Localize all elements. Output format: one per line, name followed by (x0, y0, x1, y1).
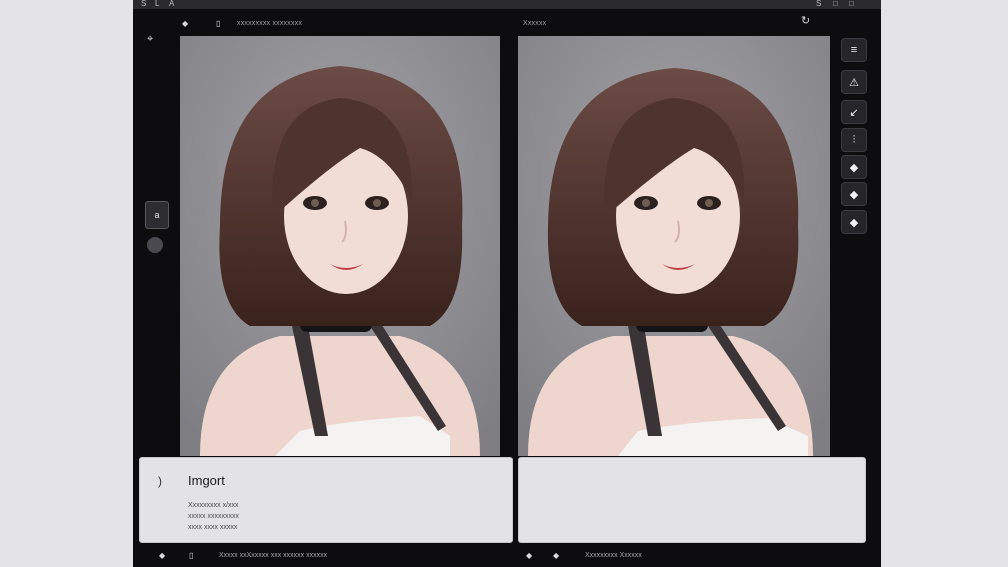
brush-icon[interactable]: ↙ (841, 100, 867, 124)
toolbar-title: xxxxxxxxx xxxxxxxx (237, 20, 303, 27)
layer-square-button[interactable]: a (145, 201, 169, 229)
window-control-5[interactable]: □ (833, 0, 838, 8)
shape-icon-2[interactable]: ◆ (841, 182, 867, 206)
diamond-icon-bottom-3[interactable]: ◆ (553, 550, 559, 562)
menu-icon[interactable]: ≡ (841, 38, 867, 62)
window-control-2[interactable]: L (155, 0, 159, 8)
bottom-status-right: Xxxxxxxxx Xxxxxx (585, 552, 642, 559)
window-control-3[interactable]: A (169, 0, 174, 8)
panel-line-3: xxxx xxxx xxxxx (188, 524, 238, 531)
panel-title: Imgort (188, 473, 225, 488)
shape-icon-1[interactable]: ◆ (841, 155, 867, 179)
more-icon[interactable]: ⫶ (841, 128, 867, 152)
panel-line-2: xxxxx xxxxxxxxx (188, 513, 239, 520)
info-panel-right (518, 457, 866, 543)
window-control-1[interactable]: S (141, 0, 146, 8)
bottom-bar: ◆ ▯ Xxxxx xxXxxxxx xxx xxxxxx xxxxxx ◆ ◆… (133, 544, 881, 567)
diamond-icon-bottom[interactable]: ◆ (159, 550, 165, 562)
editor-window: S L A S □ □ ◆ ▯ xxxxxxxxx xxxxxxxx Xxxxx… (133, 0, 881, 567)
bottom-status-left: Xxxxx xxXxxxxx xxx xxxxxx xxxxxx (219, 552, 328, 559)
warning-icon[interactable]: ⚠ (841, 70, 867, 94)
panel-line-1: Xxxxxxxxx x/xxx (188, 502, 239, 509)
frame-icon-bottom[interactable]: ▯ (189, 550, 193, 562)
panel-bracket: ) (158, 474, 162, 488)
window-control-4[interactable]: S (816, 0, 821, 8)
window-top-strip: S L A S □ □ (133, 0, 881, 9)
viewer-right[interactable] (518, 36, 830, 456)
info-panel-left: ) Imgort Xxxxxxxxx x/xxx xxxxx xxxxxxxxx… (139, 457, 513, 543)
toolbar-center-label: Xxxxxx (523, 20, 547, 27)
top-toolbar: ◆ ▯ xxxxxxxxx xxxxxxxx Xxxxxx ↻ (133, 12, 881, 36)
portrait-right (518, 36, 830, 456)
window-control-6[interactable]: □ (849, 0, 854, 8)
diamond-icon[interactable]: ◆ (182, 18, 188, 30)
color-dot-button[interactable] (147, 237, 163, 253)
diamond-icon-bottom-2[interactable]: ◆ (526, 550, 532, 562)
shape-icon-3[interactable]: ◆ (841, 210, 867, 234)
pin-icon[interactable]: ⌖ (147, 33, 153, 46)
refresh-icon[interactable]: ↻ (801, 15, 810, 27)
frame-icon[interactable]: ▯ (216, 18, 220, 30)
viewer-left[interactable] (180, 36, 500, 456)
portrait-left (180, 36, 500, 456)
